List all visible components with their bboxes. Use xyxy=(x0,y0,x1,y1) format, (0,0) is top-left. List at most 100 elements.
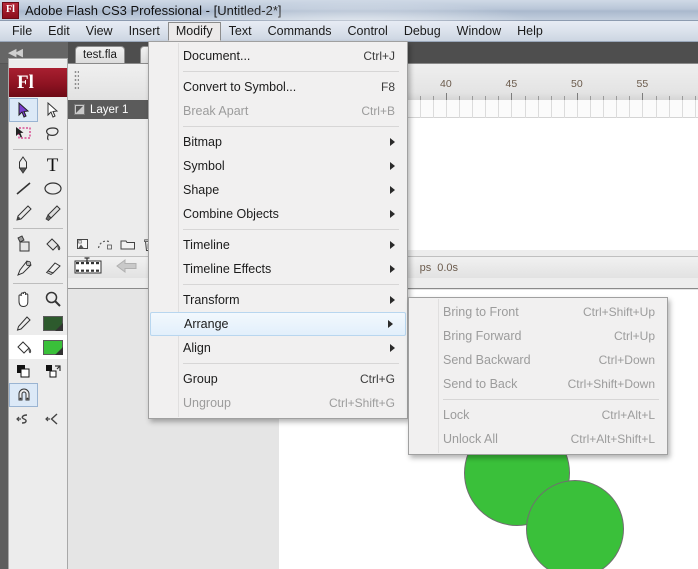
window-title: Adobe Flash CS3 Professional - [Untitled… xyxy=(25,2,282,18)
submenu-arrow-icon xyxy=(390,296,395,304)
frame-column[interactable] xyxy=(603,100,605,118)
menu-bitmap[interactable]: Bitmap xyxy=(149,130,407,154)
menu-separator xyxy=(183,363,399,364)
menubar-item-modify[interactable]: Modify xyxy=(167,21,221,41)
menubar-item-window[interactable]: Window xyxy=(449,22,509,41)
document-tab-test-fla[interactable]: test.fla xyxy=(75,46,125,63)
menubar-item-view[interactable]: View xyxy=(78,22,121,41)
menu-timeline-effects[interactable]: Timeline Effects xyxy=(149,257,407,281)
frame-column[interactable] xyxy=(498,100,500,118)
menu-item-label: Symbol xyxy=(183,159,225,173)
oval-tool-icon[interactable] xyxy=(38,177,67,201)
previous-frame-icon[interactable] xyxy=(116,259,138,276)
stroke-color-pencil-icon[interactable] xyxy=(9,311,38,335)
frame-column[interactable] xyxy=(629,100,631,118)
modify-dropdown-menu[interactable]: Document... Ctrl+J Convert to Symbol... F8 B… xyxy=(148,41,408,419)
frame-column[interactable] xyxy=(576,100,578,118)
free-transform-tool-icon[interactable] xyxy=(9,122,38,146)
frame-column[interactable] xyxy=(432,100,434,118)
tool-row xyxy=(9,287,67,311)
fill-color-swatch[interactable] xyxy=(38,335,67,359)
frame-column[interactable] xyxy=(524,100,526,118)
frame-column[interactable] xyxy=(537,100,539,118)
menu-align[interactable]: Align xyxy=(149,336,407,360)
menubar-item-file[interactable]: File xyxy=(4,22,40,41)
menubar-item-commands[interactable]: Commands xyxy=(260,22,340,41)
brush-tool-icon[interactable] xyxy=(38,201,67,225)
frame-column[interactable] xyxy=(472,100,474,118)
paint-bucket-tool-icon[interactable] xyxy=(38,232,67,256)
menubar-item-debug[interactable]: Debug xyxy=(396,22,449,41)
menu-item-shortcut: Ctrl+G xyxy=(359,372,395,386)
menu-arrange[interactable]: Arrange xyxy=(150,312,406,336)
menu-item-label: Combine Objects xyxy=(183,207,279,221)
frame-column[interactable] xyxy=(694,100,696,118)
text-tool-icon[interactable]: T xyxy=(38,153,67,177)
menubar-item-control[interactable]: Control xyxy=(340,22,396,41)
menubar-item-text[interactable]: Text xyxy=(221,22,260,41)
menu-group[interactable]: Group Ctrl+G xyxy=(149,367,407,391)
frame-column[interactable] xyxy=(445,100,447,118)
frame-column[interactable] xyxy=(550,100,552,118)
menu-item-label: Timeline xyxy=(183,238,230,252)
frame-column[interactable] xyxy=(655,100,657,118)
hand-tool-icon[interactable] xyxy=(9,287,38,311)
menu-symbol[interactable]: Symbol xyxy=(149,154,407,178)
frame-column[interactable] xyxy=(511,100,513,118)
frame-column[interactable] xyxy=(681,100,683,118)
selection-tool-icon[interactable] xyxy=(9,98,38,122)
menu-separator xyxy=(183,284,399,285)
new-layer-icon[interactable] xyxy=(76,238,90,254)
arrange-submenu[interactable]: Bring to Front Ctrl+Shift+Up Bring Forward… xyxy=(408,297,668,455)
menu-item-shortcut: Ctrl+Shift+G xyxy=(328,396,395,410)
eyedropper-tool-icon[interactable] xyxy=(9,256,38,280)
menubar-item-insert[interactable]: Insert xyxy=(121,22,168,41)
black-and-white-icon[interactable] xyxy=(9,359,38,383)
lasso-tool-icon[interactable] xyxy=(38,122,67,146)
line-tool-icon[interactable] xyxy=(9,177,38,201)
ruler-tick xyxy=(445,93,447,100)
menu-timeline[interactable]: Timeline xyxy=(149,233,407,257)
new-folder-icon[interactable] xyxy=(120,238,136,254)
menubar-item-edit[interactable]: Edit xyxy=(40,22,78,41)
zoom-tool-icon[interactable] xyxy=(38,287,67,311)
eraser-tool-icon[interactable] xyxy=(38,256,67,280)
onion-skin-icon[interactable] xyxy=(74,257,104,278)
menu-transform[interactable]: Transform xyxy=(149,288,407,312)
menu-shape[interactable]: Shape xyxy=(149,178,407,202)
frame-column[interactable] xyxy=(419,100,421,118)
stroke-color-swatch[interactable] xyxy=(38,311,67,335)
frame-column[interactable] xyxy=(668,100,670,118)
menu-item-label: Send to Back xyxy=(443,377,518,391)
stroke-swatch-color[interactable] xyxy=(42,315,63,331)
straighten-icon[interactable] xyxy=(38,407,67,431)
pen-tool-icon[interactable] xyxy=(9,153,38,177)
arrange-send-to-back: Send to Back Ctrl+Shift+Down xyxy=(409,372,667,396)
frame-column[interactable] xyxy=(485,100,487,118)
submenu-arrow-icon xyxy=(390,241,395,249)
snap-to-objects-icon[interactable] xyxy=(9,383,38,407)
subselection-tool-icon[interactable] xyxy=(38,98,67,122)
ink-bottle-tool-icon[interactable] xyxy=(9,232,38,256)
pencil-tool-icon[interactable] xyxy=(9,201,38,225)
menu-combine-objects[interactable]: Combine Objects xyxy=(149,202,407,226)
fill-swatch-color[interactable] xyxy=(42,339,63,355)
timeline-grip-icon[interactable] xyxy=(74,70,79,90)
add-motion-guide-icon[interactable] xyxy=(97,238,113,254)
menu-item-label: Shape xyxy=(183,183,220,197)
frame-column[interactable] xyxy=(563,100,565,118)
swap-colors-icon[interactable] xyxy=(38,359,67,383)
frame-column[interactable] xyxy=(590,100,591,118)
frame-column[interactable] xyxy=(459,100,460,118)
smooth-icon[interactable] xyxy=(9,407,38,431)
green-circle[interactable] xyxy=(526,480,624,569)
frame-column[interactable] xyxy=(642,100,644,118)
menu-item-label: Convert to Symbol... xyxy=(183,80,297,94)
menubar-item-help[interactable]: Help xyxy=(509,22,551,41)
frame-column[interactable] xyxy=(616,100,618,118)
menu-convert-to-symbol[interactable]: Convert to Symbol... F8 xyxy=(149,75,407,99)
menu-document[interactable]: Document... Ctrl+J xyxy=(149,44,407,68)
menu-item-shortcut: Ctrl+Down xyxy=(598,353,655,367)
menu-item-label: Arrange xyxy=(184,317,229,331)
fill-color-bucket-icon[interactable] xyxy=(9,335,38,359)
